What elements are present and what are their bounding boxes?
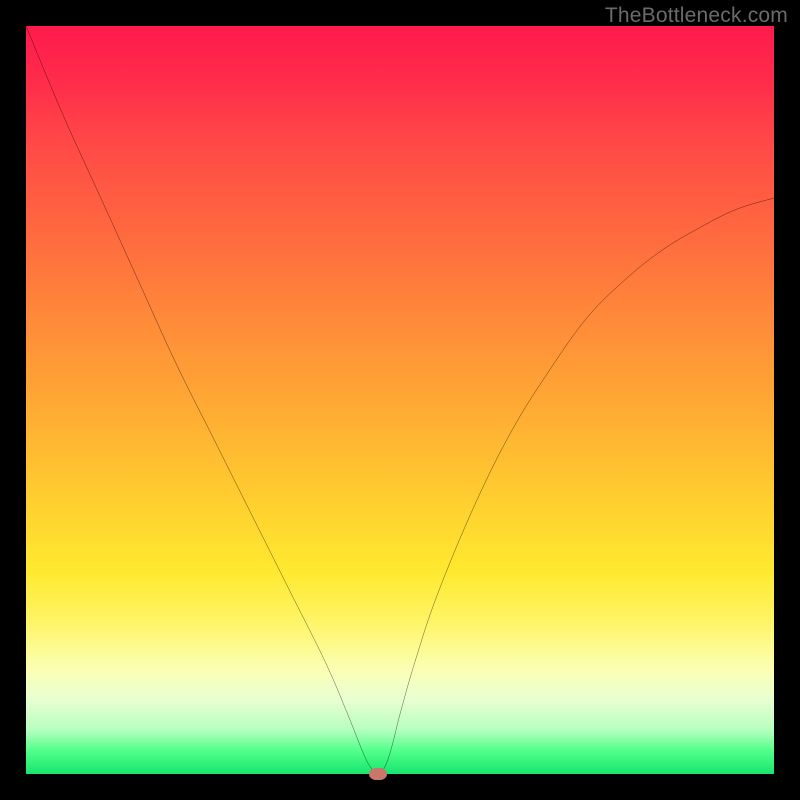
optimal-point-marker — [369, 768, 387, 780]
chart-frame: TheBottleneck.com — [0, 0, 800, 800]
bottleneck-curve — [26, 26, 774, 774]
watermark-text: TheBottleneck.com — [605, 4, 788, 28]
plot-area — [26, 26, 774, 774]
curve-svg — [26, 26, 774, 774]
